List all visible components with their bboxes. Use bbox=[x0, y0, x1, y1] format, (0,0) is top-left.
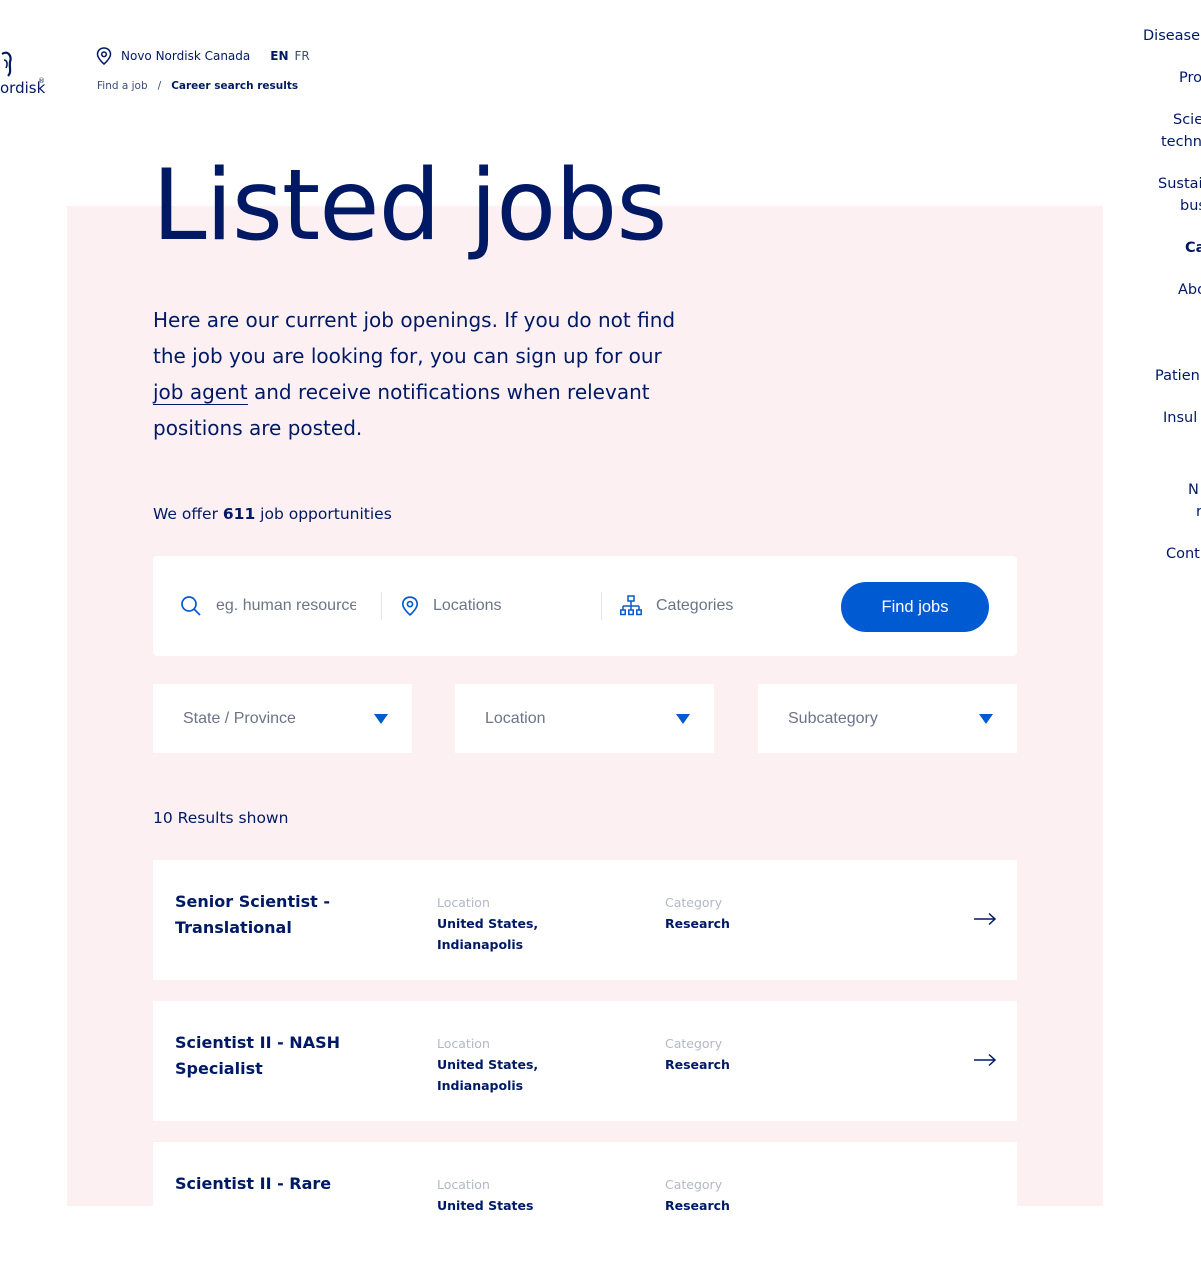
nav-item-contact[interactable]: Cont bbox=[1166, 543, 1200, 565]
category-value: Research bbox=[665, 1057, 730, 1072]
breadcrumb-find-a-job[interactable]: Find a job bbox=[97, 80, 148, 92]
nav-item-patients[interactable]: Patien bbox=[1155, 365, 1200, 387]
job-count: 611 bbox=[222, 505, 256, 523]
job-category: Category Research bbox=[665, 1174, 795, 1216]
subcategory-dropdown[interactable]: Subcategory bbox=[758, 684, 1017, 753]
intro-part1: Here are our current job openings. If yo… bbox=[153, 308, 676, 368]
job-title[interactable]: Senior Scientist - Translational bbox=[175, 889, 375, 941]
location-pin-icon bbox=[401, 596, 419, 616]
job-card[interactable]: Scientist II - Rare Location United Stat… bbox=[153, 1142, 1017, 1262]
intro-text: Here are our current job openings. If yo… bbox=[153, 302, 683, 446]
job-title[interactable]: Scientist II - Rare bbox=[175, 1171, 375, 1197]
job-location: Location United States, Indianapolis bbox=[437, 892, 567, 955]
location-value: United States, Indianapolis bbox=[437, 1057, 539, 1093]
breadcrumb: Find a job / Career search results bbox=[97, 80, 298, 92]
nav-item-news[interactable]: N bbox=[1188, 479, 1199, 501]
lang-fr-link[interactable]: FR bbox=[295, 49, 310, 63]
find-jobs-button[interactable]: Find jobs bbox=[841, 582, 989, 632]
location-value: United States, Indianapolis bbox=[437, 916, 539, 952]
dropdown-arrow-icon bbox=[676, 713, 690, 724]
state-province-dropdown[interactable]: State / Province bbox=[153, 684, 412, 753]
category-key: Category bbox=[665, 1036, 723, 1051]
categories-hierarchy-icon bbox=[620, 595, 642, 616]
site-name-link[interactable]: Novo Nordisk Canada bbox=[121, 49, 250, 63]
category-key: Category bbox=[665, 1177, 723, 1192]
search-bar: Locations Categories Find jobs bbox=[153, 556, 1017, 656]
registered-mark: ® bbox=[38, 77, 45, 85]
location-key: Location bbox=[437, 895, 490, 910]
locations-label: Locations bbox=[433, 597, 502, 614]
nav-item-sustainable[interactable]: Sustai bbox=[1158, 173, 1201, 195]
nav-item-technology[interactable]: techn bbox=[1161, 131, 1201, 153]
page-title: Listed jobs bbox=[152, 149, 667, 263]
nav-item-business[interactable]: bus bbox=[1180, 195, 1201, 217]
keyword-search[interactable] bbox=[180, 556, 380, 656]
job-location: Location United States, Indianapolis bbox=[437, 1033, 567, 1096]
job-count-text: We offer 611 job opportunities bbox=[153, 505, 392, 523]
lang-en-link[interactable]: EN bbox=[270, 49, 288, 63]
location-value: United States bbox=[437, 1198, 534, 1213]
keyword-input[interactable] bbox=[216, 597, 356, 615]
state-province-label: State / Province bbox=[183, 709, 296, 727]
site-selector: Novo Nordisk Canada EN FR bbox=[96, 46, 310, 66]
subcategory-label: Subcategory bbox=[788, 709, 878, 727]
categories-field[interactable]: Categories bbox=[620, 556, 810, 656]
dropdown-arrow-icon bbox=[374, 713, 388, 724]
job-location: Location United States bbox=[437, 1174, 567, 1216]
locations-field[interactable]: Locations bbox=[401, 556, 591, 656]
category-value: Research bbox=[665, 916, 730, 931]
location-key: Location bbox=[437, 1036, 490, 1051]
arrow-right-icon[interactable] bbox=[973, 1053, 997, 1067]
offer-suffix: job opportunities bbox=[255, 505, 392, 523]
nav-item-science[interactable]: Scie bbox=[1173, 109, 1201, 131]
job-card[interactable]: Scientist II - NASH Specialist Location … bbox=[153, 1001, 1017, 1121]
nav-item-products[interactable]: Pro bbox=[1179, 67, 1201, 89]
nav-item-insulin[interactable]: Insul bbox=[1163, 407, 1197, 429]
location-label: Location bbox=[485, 709, 546, 727]
breadcrumb-separator: / bbox=[157, 80, 162, 92]
search-divider bbox=[381, 592, 382, 620]
offer-prefix: We offer bbox=[153, 505, 223, 523]
search-icon bbox=[181, 596, 201, 616]
category-key: Category bbox=[665, 895, 723, 910]
job-card[interactable]: Senior Scientist - Translational Locatio… bbox=[153, 860, 1017, 980]
job-category: Category Research bbox=[665, 1033, 795, 1075]
job-title[interactable]: Scientist II - NASH Specialist bbox=[175, 1030, 375, 1082]
location-dropdown[interactable]: Location bbox=[455, 684, 714, 753]
job-agent-link[interactable]: job agent bbox=[153, 380, 248, 405]
search-divider bbox=[601, 592, 602, 620]
side-navigation: Disease Pro Scie techn Sustai bus Ca Abo… bbox=[1130, 0, 1201, 1201]
nav-item-disease[interactable]: Disease bbox=[1143, 25, 1200, 47]
results-count: 10 Results shown bbox=[153, 809, 289, 827]
location-key: Location bbox=[437, 1177, 490, 1192]
breadcrumb-current: Career search results bbox=[171, 80, 299, 92]
category-value: Research bbox=[665, 1198, 730, 1213]
dropdown-arrow-icon bbox=[979, 713, 993, 724]
location-pin-icon[interactable] bbox=[96, 47, 112, 65]
arrow-right-icon[interactable] bbox=[973, 912, 997, 926]
nav-item-about[interactable]: Abo bbox=[1178, 279, 1201, 301]
nav-item-careers[interactable]: Ca bbox=[1185, 237, 1201, 259]
categories-label: Categories bbox=[656, 597, 734, 614]
nav-item-news-cont[interactable]: r bbox=[1196, 501, 1201, 523]
job-category: Category Research bbox=[665, 892, 795, 934]
